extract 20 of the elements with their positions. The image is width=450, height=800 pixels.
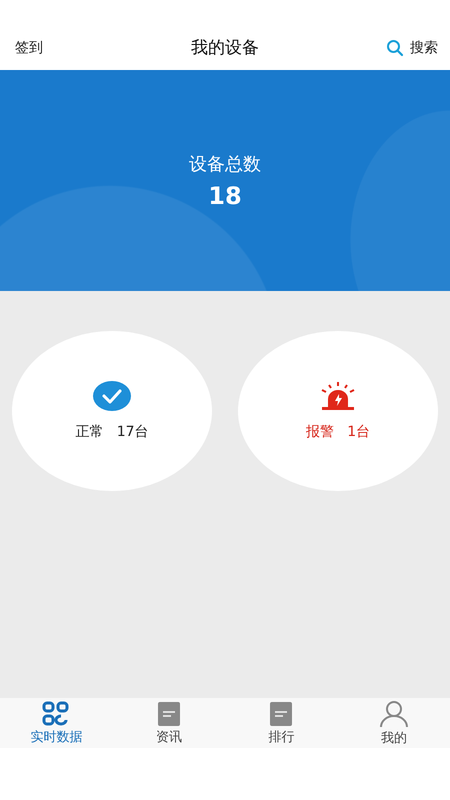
siren-icon (319, 381, 357, 411)
status-card[interactable]: 正常 17台 (12, 331, 212, 491)
tab[interactable]: 排行 (225, 698, 338, 748)
status-label: 正常 17台 (75, 423, 149, 441)
person-icon (378, 700, 409, 728)
tab[interactable]: 资讯 (112, 698, 225, 748)
grid-icon (41, 700, 72, 726)
check-icon (93, 381, 131, 411)
summary-count: 18 (208, 182, 242, 210)
search-icon (386, 38, 404, 56)
page-title: 我的设备 (191, 37, 259, 59)
tab[interactable]: 我的 (338, 698, 450, 748)
status-card[interactable]: 报警 1台 (238, 331, 438, 491)
search-button[interactable]: 搜索 (386, 38, 438, 56)
summary-label: 设备总数 (189, 152, 261, 176)
checkin-link[interactable]: 签到 (15, 38, 43, 56)
status-label: 报警 1台 (306, 423, 370, 441)
document-icon (156, 700, 181, 726)
document-icon (269, 700, 294, 726)
tab[interactable]: 实时数据 (0, 698, 112, 748)
